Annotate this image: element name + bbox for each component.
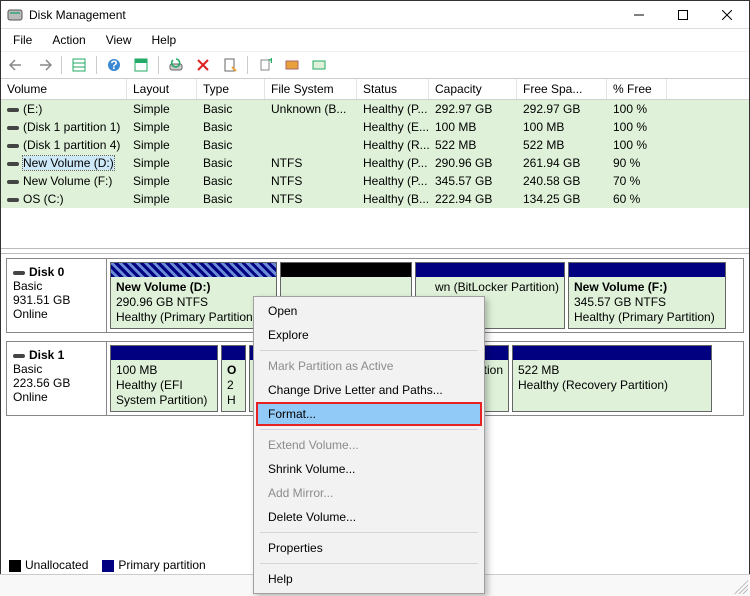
col-status[interactable]: Status [357,79,429,99]
col-free[interactable]: Free Spa... [517,79,607,99]
menu-separator [260,350,478,351]
partition[interactable]: New Volume (F:)345.57 GB NTFSHealthy (Pr… [568,262,726,329]
view-list-icon[interactable] [67,54,91,76]
table-row[interactable]: (E:)SimpleBasicUnknown (B...Healthy (P..… [1,100,749,118]
context-menu: OpenExplore Mark Partition as ActiveChang… [253,296,485,594]
splitter[interactable] [1,248,749,254]
menu-item[interactable]: Explore [256,323,482,347]
menu-view[interactable]: View [98,31,140,49]
menu-item[interactable]: Shrink Volume... [256,457,482,481]
disk-icon [7,126,19,130]
menu-item: Mark Partition as Active [256,354,482,378]
menu-item[interactable]: Format... [256,402,482,426]
disk-icon [7,198,19,202]
minimize-button[interactable] [617,1,661,29]
disk-icon [7,162,19,166]
partition[interactable]: New Volume (D:)290.96 GB NTFSHealthy (Pr… [110,262,277,329]
window-title: Disk Management [29,8,617,22]
disk-icon [13,271,25,275]
legend-swatch-unallocated [9,560,21,572]
volume-columns: Volume Layout Type File System Status Ca… [1,79,749,100]
table-row[interactable]: OS (C:)SimpleBasicNTFSHealthy (B...222.9… [1,190,749,208]
menu-item: Extend Volume... [256,433,482,457]
menu-separator [260,532,478,533]
menu-item[interactable]: Change Drive Letter and Paths... [256,378,482,402]
disk-icon [7,108,19,112]
table-row[interactable]: New Volume (F:)SimpleBasicNTFSHealthy (P… [1,172,749,190]
volume-list[interactable]: (E:)SimpleBasicUnknown (B...Healthy (P..… [1,100,749,208]
menu-item[interactable]: Help [256,567,482,591]
menu-help[interactable]: Help [144,31,185,49]
disk-label[interactable]: Disk 1Basic223.56 GBOnline [7,342,107,415]
col-pctfree[interactable]: % Free [607,79,667,99]
menu-item: Add Mirror... [256,481,482,505]
col-capacity[interactable]: Capacity [429,79,517,99]
action2-icon[interactable] [307,54,331,76]
disk-icon [7,180,19,184]
table-row[interactable]: (Disk 1 partition 4)SimpleBasicHealthy (… [1,136,749,154]
legend-swatch-primary [102,560,114,572]
svg-text:?: ? [110,58,117,72]
disk-icon [7,144,19,148]
partition[interactable]: 100 MBHealthy (EFI System Partition) [110,345,218,412]
table-row[interactable]: New Volume (D:)SimpleBasicNTFSHealthy (P… [1,154,749,172]
refresh-icon[interactable] [164,54,188,76]
titlebar: Disk Management [1,1,749,29]
disk-icon [13,354,25,358]
col-volume[interactable]: Volume [1,79,127,99]
svg-text:+: + [268,58,272,67]
col-filesystem[interactable]: File System [265,79,357,99]
menu-separator [260,563,478,564]
app-icon [7,7,23,23]
partition[interactable]: O2H [221,345,246,412]
properties-icon[interactable] [218,54,242,76]
toolbar: ? + [1,51,749,79]
table-row[interactable]: (Disk 1 partition 1)SimpleBasicHealthy (… [1,118,749,136]
menu-separator [260,429,478,430]
partition[interactable]: 522 MBHealthy (Recovery Partition) [512,345,712,412]
menu-action[interactable]: Action [44,31,93,49]
delete-icon[interactable] [191,54,215,76]
maximize-button[interactable] [661,1,705,29]
legend-label-primary: Primary partition [118,558,205,572]
col-layout[interactable]: Layout [127,79,197,99]
menu-item[interactable]: Delete Volume... [256,505,482,529]
back-button[interactable] [5,54,29,76]
help-icon[interactable]: ? [102,54,126,76]
disk-label[interactable]: Disk 0Basic931.51 GBOnline [7,259,107,332]
menu-item[interactable]: Properties [256,536,482,560]
menubar: File Action View Help [1,29,749,51]
menu-file[interactable]: File [5,31,40,49]
col-type[interactable]: Type [197,79,265,99]
new-icon[interactable]: + [253,54,277,76]
action1-icon[interactable] [280,54,304,76]
menu-item[interactable]: Open [256,299,482,323]
legend: Unallocated Primary partition [5,556,210,574]
legend-label-unallocated: Unallocated [25,558,88,572]
close-button[interactable] [705,1,749,29]
forward-button[interactable] [32,54,56,76]
view-top-icon[interactable] [129,54,153,76]
